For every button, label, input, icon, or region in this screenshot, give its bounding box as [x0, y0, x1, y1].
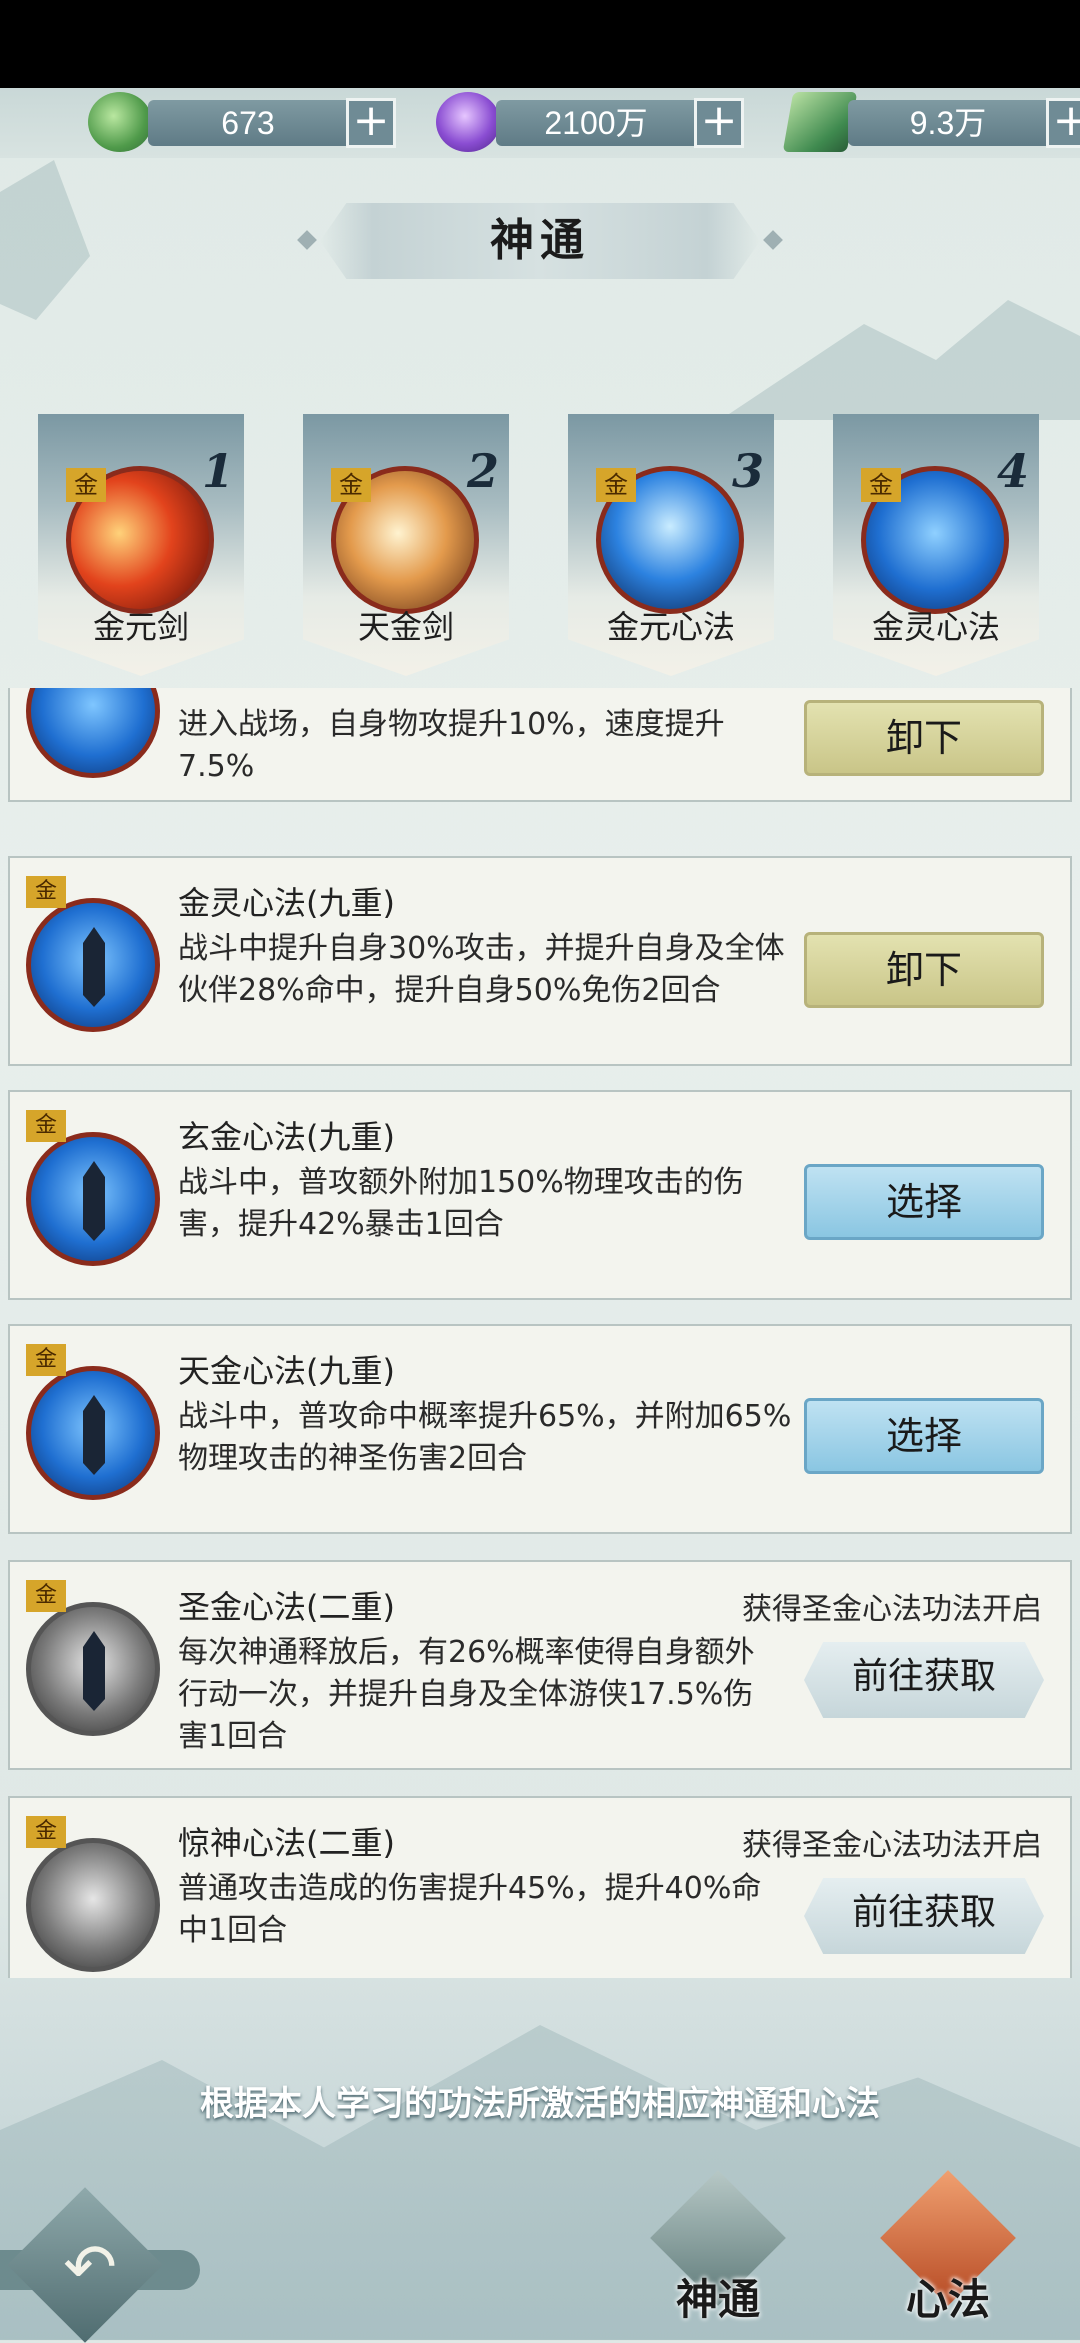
select-button[interactable]: 选择 — [804, 1164, 1044, 1240]
resource-spirit-value: 2100万 — [544, 105, 648, 141]
skill-slot-3[interactable]: 金 3 金元心法 — [568, 414, 774, 676]
back-arrow-icon: ↶ — [63, 2231, 117, 2305]
green-book-icon — [782, 92, 858, 152]
list-item: 金 惊神心法(二重) 获得圣金心法功法开启 普通攻击造成的伤害提升45%，提升4… — [8, 1796, 1072, 1978]
gold-tag: 金 — [596, 468, 636, 502]
blue-swords-skill-icon — [26, 688, 160, 778]
skill-title: 玄金心法(九重) — [178, 1118, 395, 1156]
gold-tag: 金 — [331, 468, 371, 502]
skill-slot-4[interactable]: 金 4 金灵心法 — [833, 414, 1039, 676]
gold-tag: 金 — [66, 468, 106, 502]
mountain-decoration — [720, 300, 1080, 420]
locked-swords-skill-icon — [26, 1838, 160, 1972]
slot-number: 1 — [201, 444, 234, 498]
gold-tag: 金 — [26, 1110, 66, 1142]
unequip-button[interactable]: 卸下 — [804, 932, 1044, 1008]
locked-blade-skill-icon — [26, 1602, 160, 1736]
skill-description: 进入战场，自身物攻提升10%，速度提升7.5% — [178, 707, 725, 784]
select-button[interactable]: 选择 — [804, 1398, 1044, 1474]
tab-label: 神通 — [675, 2275, 760, 2324]
gold-tag: 金 — [26, 876, 66, 908]
unlock-condition: 获得圣金心法功法开启 — [742, 1592, 1042, 1627]
list-item: 金 玄金心法(九重) 战斗中，普攻额外附加150%物理攻击的伤害，提升42%暴击… — [8, 1090, 1072, 1300]
status-bar — [0, 0, 1080, 88]
jade-coin-icon — [88, 92, 152, 152]
skill-description: 战斗中，普攻命中概率提升65%，并附加65%物理攻击的神圣伤害2回合 — [178, 1399, 792, 1476]
skill-description: 战斗中，普攻额外附加150%物理攻击的伤害，提升42%暴击1回合 — [178, 1165, 744, 1242]
tab-xinfa[interactable]: 心法 — [870, 2170, 1020, 2330]
add-book-button[interactable]: + — [1046, 98, 1080, 148]
skill-name: 金元心法 — [606, 608, 735, 646]
spirit-blade-skill-icon — [26, 1366, 160, 1500]
gold-tag: 金 — [26, 1816, 66, 1848]
resource-book-value: 9.3万 — [909, 105, 987, 141]
unlock-condition: 获得圣金心法功法开启 — [742, 1828, 1042, 1863]
tab-label: 心法 — [905, 2275, 990, 2324]
list-item: 金 圣金心法(二重) 获得圣金心法功法开启 每次神通释放后，有26%概率使得自身… — [8, 1560, 1072, 1770]
resource-bar: 673 + 2100万 + 9.3万 + — [0, 88, 1080, 158]
footer-hint: 根据本人学习的功法所激活的相应神通和心法 — [200, 2084, 880, 2124]
spirit-blade-skill-icon — [26, 898, 160, 1032]
unequip-button[interactable]: 卸下 — [804, 700, 1044, 776]
add-spirit-button[interactable]: + — [694, 98, 744, 148]
skill-title: 圣金心法(二重) — [178, 1588, 395, 1626]
go-obtain-button[interactable]: 前往获取 — [804, 1642, 1044, 1718]
resource-jade-value: 673 — [221, 105, 275, 141]
gold-tag: 金 — [26, 1344, 66, 1376]
add-jade-button[interactable]: + — [346, 98, 396, 148]
skill-title: 金灵心法(九重) — [178, 884, 395, 922]
pine-tree-decoration — [0, 160, 90, 320]
page-title: 神通 — [490, 215, 590, 266]
go-obtain-button[interactable]: 前往获取 — [804, 1878, 1044, 1954]
slot-number: 2 — [466, 444, 499, 498]
skill-name: 金灵心法 — [871, 608, 1000, 646]
skill-description: 每次神通释放后，有26%概率使得自身额外行动一次，并提升自身及全体游侠17.5%… — [178, 1635, 755, 1754]
skill-description: 普通攻击造成的伤害提升45%，提升40%命中1回合 — [178, 1871, 762, 1948]
slot-number: 3 — [731, 444, 764, 498]
skill-name: 金元剑 — [92, 608, 189, 646]
list-item: 进入战场，自身物攻提升10%，速度提升7.5% 卸下 — [8, 688, 1072, 802]
list-item: 金 金灵心法(九重) 战斗中提升自身30%攻击，并提升自身及全体伙伴28%命中，… — [8, 856, 1072, 1066]
spirit-orb-icon — [436, 92, 500, 152]
slot-number: 4 — [996, 444, 1029, 498]
xinfa-list[interactable]: 进入战场，自身物攻提升10%，速度提升7.5% 卸下 金 金灵心法(九重) 战斗… — [8, 688, 1072, 1978]
tab-shentong[interactable]: 神通 — [640, 2170, 790, 2330]
skill-slot-2[interactable]: 金 2 天金剑 — [303, 414, 509, 676]
skill-title: 天金心法(九重) — [178, 1352, 395, 1390]
skill-name: 天金剑 — [357, 608, 454, 646]
skill-title: 惊神心法(二重) — [178, 1824, 395, 1862]
gold-tag: 金 — [861, 468, 901, 502]
skill-slot-1[interactable]: 金 1 金元剑 — [38, 414, 244, 676]
gold-tag: 金 — [26, 1580, 66, 1612]
list-item: 金 天金心法(九重) 战斗中，普攻命中概率提升65%，并附加65%物理攻击的神圣… — [8, 1324, 1072, 1534]
skill-description: 战斗中提升自身30%攻击，并提升自身及全体伙伴28%命中，提升自身50%免伤2回… — [178, 931, 785, 1008]
spirit-blade-skill-icon — [26, 1132, 160, 1266]
